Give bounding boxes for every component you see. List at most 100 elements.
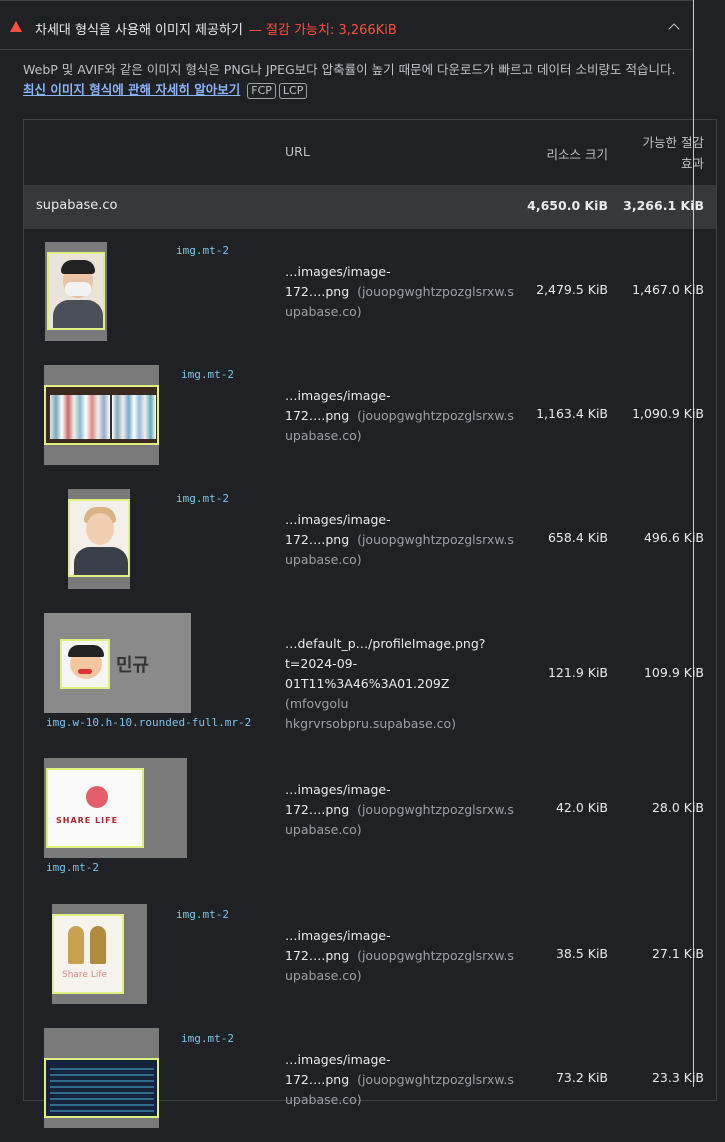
- url-host: hkgrvrsobpru.supabase.co): [285, 716, 457, 731]
- url-host: upabase.co): [285, 552, 362, 567]
- row-size: 38.5 KiB: [555, 946, 608, 961]
- table-row[interactable]: 민규 img.w-10.h-10.rounded-full.mr-2 …defa…: [24, 602, 716, 748]
- header-url: URL: [285, 144, 310, 159]
- url-host: (jouopgwghtzpozglsrxw.s: [357, 802, 514, 817]
- url-line: 172….png: [285, 802, 350, 817]
- table-row[interactable]: img.mt-2 …images/image- 172….png (jouopg…: [24, 230, 716, 354]
- header-resource-size: 리소스 크기: [546, 147, 608, 162]
- row-thumbnail: [68, 489, 130, 589]
- url-line: t=2024-09-: [285, 656, 358, 671]
- row-savings: 496.6 KiB: [643, 530, 704, 545]
- row-url[interactable]: …images/image- 172….png (jouopgwghtzpozg…: [285, 510, 515, 570]
- url-line: 01T11%3A46%3A01.209Z: [285, 676, 450, 691]
- header-savings-line1: 가능한 절감: [642, 135, 704, 150]
- url-line: …images/image-: [285, 512, 391, 527]
- audit-title-text: 차세대 형식을 사용해 이미지 제공하기: [35, 23, 243, 38]
- url-host: (mfovgolu: [285, 696, 349, 711]
- row-size: 1,163.4 KiB: [536, 406, 608, 421]
- row-thumbnail: [45, 242, 107, 341]
- row-url[interactable]: …images/image- 172….png (jouopgwghtzpozg…: [285, 386, 515, 446]
- row-url[interactable]: …images/image- 172….png (jouopgwghtzpozg…: [285, 926, 515, 986]
- bookshelf-left: [50, 395, 110, 439]
- header-potential-savings: 가능한 절감 효과: [643, 132, 704, 174]
- portrait-body: [74, 547, 128, 575]
- audit-description: WebP 및 AVIF와 같은 이미지 형식은 PNG나 JPEG보다 압축률이…: [23, 60, 693, 100]
- url-host: (jouopgwghtzpozglsrxw.s: [357, 532, 514, 547]
- url-line: …images/image-: [285, 1052, 391, 1067]
- bookshelf-right: [112, 395, 156, 439]
- row-size: 73.2 KiB: [555, 1070, 608, 1085]
- url-host: (jouopgwghtzpozglsrxw.s: [357, 408, 514, 423]
- table-row[interactable]: img.mt-2 …images/image- 172….png (jouopg…: [24, 354, 716, 478]
- overlay-guide-line: [693, 0, 694, 1087]
- avatar-hair: [68, 645, 104, 657]
- url-line: 172….png: [285, 948, 350, 963]
- row-savings: 27.1 KiB: [651, 946, 704, 961]
- portrait-body: [53, 300, 103, 328]
- warning-triangle-icon: [10, 21, 22, 32]
- group-size: 4,650.0 KiB: [527, 198, 608, 213]
- url-host: (jouopgwghtzpozglsrxw.s: [357, 948, 514, 963]
- url-host: (jouopgwghtzpozglsrxw.s: [357, 1072, 514, 1087]
- thumb-label: Share Life: [62, 970, 108, 980]
- url-line: …default_p…/profileImage.png?: [285, 636, 486, 651]
- table-row[interactable]: Share Life img.mt-2 …images/image- 172….…: [24, 894, 716, 1018]
- row-savings: 28.0 KiB: [651, 800, 704, 815]
- group-savings: 3,266.1 KiB: [623, 198, 704, 213]
- row-size: 42.0 KiB: [555, 800, 608, 815]
- url-line: …images/image-: [285, 264, 391, 279]
- url-host: upabase.co): [285, 304, 362, 319]
- group-name: supabase.co: [36, 198, 118, 213]
- url-host: (jouopgwghtzpozglsrxw.s: [357, 284, 514, 299]
- url-host: upabase.co): [285, 968, 362, 983]
- url-line: …images/image-: [285, 928, 391, 943]
- row-selector: img.mt-2: [176, 244, 229, 257]
- portrait-face: [86, 513, 114, 545]
- url-line: 172….png: [285, 408, 350, 423]
- row-selector: img.w-10.h-10.rounded-full.mr-2: [46, 716, 252, 729]
- url-host: upabase.co): [285, 1092, 362, 1107]
- table-row[interactable]: SHARE LIFE img.mt-2 …images/image- 172….…: [24, 748, 716, 894]
- row-thumbnail: SHARE LIFE: [44, 758, 187, 858]
- tag-lcp: LCP: [278, 83, 308, 99]
- url-line: 172….png: [285, 284, 350, 299]
- row-thumbnail: [44, 1028, 159, 1128]
- row-thumbnail: [44, 365, 159, 465]
- figure-right: [90, 926, 106, 964]
- row-selector: img.mt-2: [176, 492, 229, 505]
- tag-fcp: FCP: [247, 83, 276, 99]
- row-url[interactable]: …default_p…/profileImage.png? t=2024-09-…: [285, 634, 515, 734]
- portrait-hair: [61, 260, 95, 274]
- row-selector: img.mt-2: [181, 1032, 234, 1045]
- url-line: 172….png: [285, 532, 350, 547]
- chevron-up-icon[interactable]: [668, 23, 680, 35]
- avatar-mouth: [78, 669, 92, 674]
- row-size: 121.9 KiB: [547, 665, 608, 680]
- row-thumbnail: 민규: [44, 613, 191, 713]
- thumb-label: 민규: [116, 655, 150, 676]
- row-size: 658.4 KiB: [547, 530, 608, 545]
- figure-left: [68, 926, 84, 964]
- portrait-mask: [65, 282, 91, 296]
- row-selector: img.mt-2: [46, 861, 99, 874]
- description-text: WebP 및 AVIF와 같은 이미지 형식은 PNG나 JPEG보다 압축률이…: [23, 62, 676, 77]
- row-savings: 109.9 KiB: [643, 665, 704, 680]
- row-url[interactable]: …images/image- 172….png (jouopgwghtzpozg…: [285, 780, 515, 840]
- url-line: …images/image-: [285, 782, 391, 797]
- row-url[interactable]: …images/image- 172….png (jouopgwghtzpozg…: [285, 1050, 515, 1110]
- row-url[interactable]: …images/image- 172….png (jouopgwghtzpozg…: [285, 262, 515, 322]
- row-thumbnail: Share Life: [52, 904, 147, 1004]
- url-line: …images/image-: [285, 388, 391, 403]
- audit-header[interactable]: 차세대 형식을 사용해 이미지 제공하기 — 절감 가능치: 3,266KiB: [0, 8, 693, 48]
- row-size: 2,479.5 KiB: [536, 282, 608, 297]
- screenshot-content: [50, 1064, 154, 1112]
- learn-more-link[interactable]: 최신 이미지 형식에 관해 자세히 알아보기: [23, 82, 240, 97]
- row-savings: 23.3 KiB: [651, 1070, 704, 1085]
- thumb-label: SHARE LIFE: [56, 816, 119, 825]
- header-divider: [0, 49, 693, 50]
- table-row[interactable]: img.mt-2 …images/image- 172….png (jouopg…: [24, 478, 716, 602]
- table-row[interactable]: img.mt-2 …images/image- 172….png (jouopg…: [24, 1018, 716, 1142]
- group-row: supabase.co 4,650.0 KiB 3,266.1 KiB: [24, 185, 716, 229]
- row-selector: img.mt-2: [176, 908, 229, 921]
- audit-savings: — 절감 가능치: 3,266KiB: [248, 23, 397, 38]
